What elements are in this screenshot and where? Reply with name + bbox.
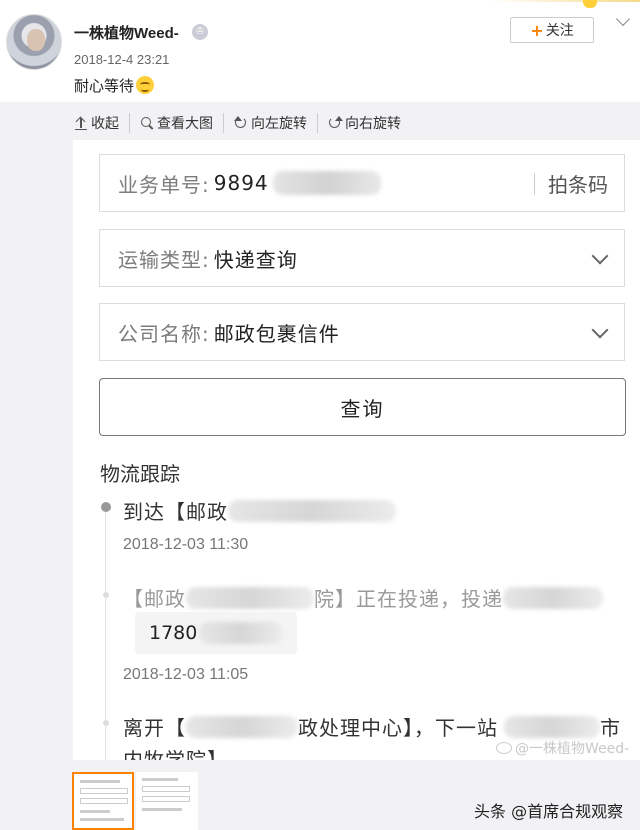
post-image[interactable]: 业务单号: 9894 拍条码 运输类型: 快递查询 公司名称: 邮政包裹信件 查…: [73, 140, 640, 760]
collapse-button[interactable]: 收起: [0, 113, 130, 133]
watermark-text: @一株植物Weed-: [515, 741, 630, 757]
order-number-field[interactable]: 业务单号: 9894 拍条码: [99, 154, 625, 212]
username[interactable]: 一株植物Weed-: [74, 22, 179, 43]
redacted-text: [503, 587, 603, 609]
divider: [534, 173, 535, 195]
tracking-event-continued: 内牧学院】: [123, 748, 228, 760]
post-timestamp[interactable]: 2018-12-4 23:21: [74, 52, 169, 67]
image-toolbar: 收起 查看大图 向左旋转 向右旋转: [0, 108, 640, 138]
tracking-title: 物流跟踪: [100, 462, 180, 486]
post-text-content: 耐心等待: [74, 77, 135, 95]
redacted-text: [272, 171, 381, 195]
crown-icon: [583, 0, 597, 8]
event-text: 市: [600, 716, 621, 740]
event-text: 【邮政: [123, 587, 186, 611]
rotate-left-label: 向左旋转: [251, 116, 307, 132]
company-name-value: 邮政包裹信件: [213, 321, 340, 346]
timeline-dot: [103, 592, 109, 598]
follow-button[interactable]: + 关注: [510, 17, 594, 43]
collapse-label: 收起: [91, 116, 119, 132]
timeline-dot: [103, 720, 109, 726]
event-text: 离开【: [123, 716, 186, 740]
thumbnail-2[interactable]: [136, 772, 198, 830]
tracking-event: 离开【 政处理中心】，下一站 市: [123, 712, 621, 741]
chevron-down-icon: [591, 321, 609, 339]
event-time: 2018-12-03 11:30: [123, 536, 249, 553]
collapse-icon: [74, 116, 88, 130]
tracking-event: 【邮政 院】正在投递，投递: [123, 583, 603, 612]
redacted-text: [228, 500, 396, 522]
transport-type-value: 快递查询: [213, 247, 298, 272]
chevron-down-icon[interactable]: [615, 11, 631, 27]
post-text: 耐心等待: [74, 75, 155, 96]
redacted-text: [199, 622, 284, 644]
phone-prefix: 1780: [149, 622, 198, 644]
redacted-text: [186, 587, 314, 609]
company-name-label: 公司名称:: [118, 321, 210, 346]
image-watermark: @一株植物Weed-: [496, 738, 629, 758]
thumbnail-1[interactable]: [72, 772, 134, 830]
smile-emoji-icon: [136, 76, 155, 94]
courier-phone: 1780: [135, 612, 297, 654]
footer-credit: 头条 @首席合规观察: [474, 802, 624, 821]
chevron-down-icon: [591, 247, 609, 265]
follow-label: 关注: [545, 23, 574, 39]
view-large-label: 查看大图: [157, 116, 213, 132]
transport-type-label: 运输类型:: [118, 247, 210, 272]
view-large-button[interactable]: 查看大图: [130, 113, 224, 133]
rotate-right-button[interactable]: 向右旋转: [318, 113, 411, 133]
redacted-text: [504, 716, 600, 738]
order-number-value: 9894: [213, 171, 269, 195]
event-time: 2018-12-03 11:05: [123, 666, 249, 683]
query-button: 查询: [99, 378, 626, 436]
rotate-left-icon: [234, 116, 248, 130]
rotate-left-button[interactable]: 向左旋转: [224, 113, 318, 133]
plus-icon: +: [530, 20, 544, 40]
transport-type-select[interactable]: 运输类型: 快递查询: [99, 229, 625, 287]
scan-barcode-button: 拍条码: [548, 172, 608, 197]
post-header: 一株植物Weed- ♔ 2018-12-4 23:21 耐心等待 + 关注: [0, 0, 640, 102]
weibo-icon: [496, 742, 512, 754]
event-text: 政处理中心】，下一站: [298, 716, 498, 740]
redacted-text: [186, 716, 298, 738]
tracking-event: 到达【邮政: [123, 496, 396, 525]
rotate-right-icon: [328, 116, 343, 130]
top-decoration: [490, 0, 640, 2]
event-text: 到达【邮政: [123, 500, 228, 524]
timeline-dot: [101, 502, 111, 512]
event-text: 院】正在投递，投递: [314, 587, 503, 611]
badge-icon: ♔: [192, 24, 208, 40]
order-number-label: 业务单号:: [118, 172, 210, 197]
avatar[interactable]: [6, 14, 62, 70]
rotate-right-label: 向右旋转: [345, 116, 401, 132]
company-name-select[interactable]: 公司名称: 邮政包裹信件: [99, 303, 625, 361]
search-icon: [140, 116, 154, 130]
